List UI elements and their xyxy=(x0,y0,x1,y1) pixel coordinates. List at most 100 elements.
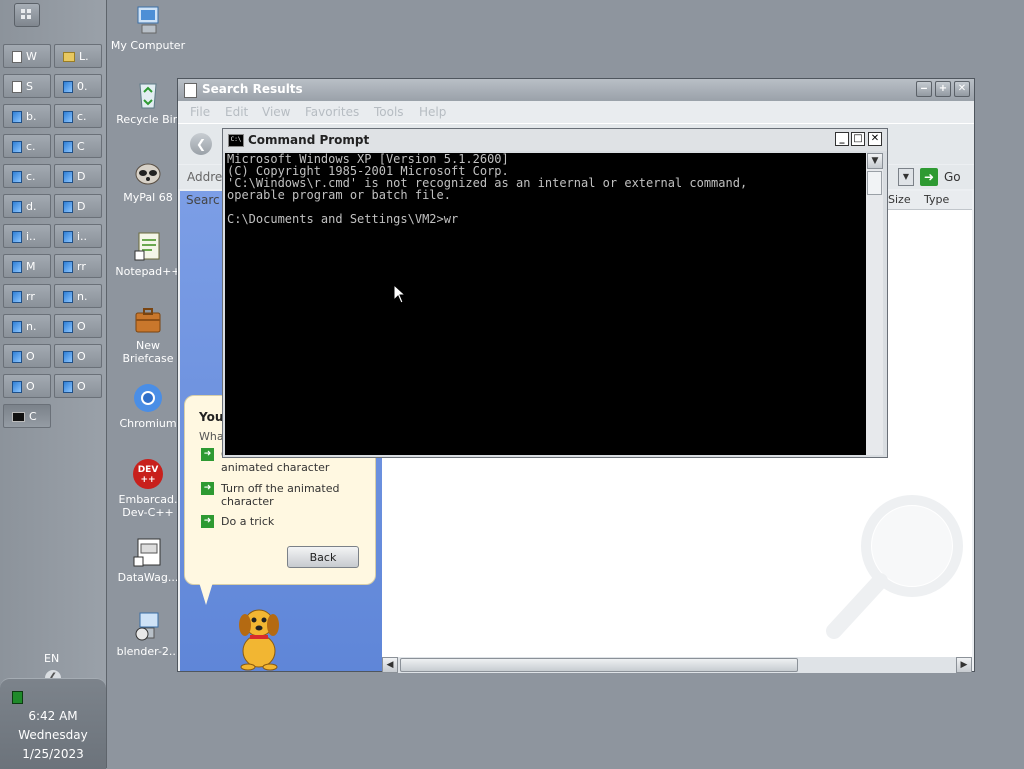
taskbar-button[interactable]: c. xyxy=(3,134,51,158)
taskbar-button[interactable]: D xyxy=(54,164,102,188)
search-results-icon xyxy=(184,83,197,98)
taskbar-button[interactable]: c. xyxy=(3,164,51,188)
taskbar-button[interactable]: O xyxy=(54,344,102,368)
clock-date: 1/25/2023 xyxy=(22,747,84,761)
desktop-icon-chromium[interactable]: Chromium xyxy=(110,382,186,430)
notepad-icon xyxy=(12,51,22,63)
scroll-down-icon[interactable]: ▼ xyxy=(867,153,883,169)
desktop-icon-mypal[interactable]: MyPal 68 xyxy=(110,156,186,204)
horizontal-scrollbar[interactable]: ◀ ▶ xyxy=(382,657,972,673)
taskbar-button-label: b. xyxy=(26,110,37,123)
taskbar-button[interactable]: W xyxy=(3,44,51,68)
search-dog-character-icon[interactable] xyxy=(228,599,290,671)
desktop-icon-briefcase[interactable]: New Briefcase xyxy=(110,304,186,365)
document-icon xyxy=(63,171,73,183)
menu-view[interactable]: View xyxy=(262,105,290,119)
menu-help[interactable]: Help xyxy=(419,105,446,119)
desktop-icon-recycle-bin[interactable]: Recycle Bin xyxy=(110,78,186,126)
taskbar-button[interactable]: L. xyxy=(54,44,102,68)
taskbar-button[interactable]: c. xyxy=(54,104,102,128)
scroll-left-icon[interactable]: ◀ xyxy=(382,657,398,673)
taskbar-button[interactable]: b. xyxy=(3,104,51,128)
taskbar-button-label: D xyxy=(77,170,86,183)
menu-tools[interactable]: Tools xyxy=(374,105,404,119)
document-icon xyxy=(63,141,73,153)
taskbar-button[interactable]: rr xyxy=(3,284,51,308)
scroll-right-icon[interactable]: ▶ xyxy=(956,657,972,673)
taskbar-button[interactable]: C xyxy=(3,404,51,428)
search-pane-label: Searc xyxy=(186,193,220,207)
taskbar-button[interactable]: 0. xyxy=(54,74,102,98)
briefcase-icon xyxy=(132,304,164,336)
close-button[interactable]: ✕ xyxy=(954,81,970,97)
desktop-icon-label: Recycle Bin xyxy=(116,113,180,126)
desktop-icon-blender[interactable]: blender-2... xyxy=(110,610,186,658)
column-type[interactable]: Type xyxy=(924,193,949,206)
menu-edit[interactable]: Edit xyxy=(225,105,248,119)
desktop-icon-notepadpp[interactable]: Notepad++ xyxy=(110,230,186,278)
taskbar-button[interactable]: rr xyxy=(54,254,102,278)
address-dropdown-icon[interactable]: ▼ xyxy=(898,168,914,186)
start-button[interactable] xyxy=(14,3,40,27)
column-size[interactable]: Size xyxy=(888,193,911,206)
cmd-close-button[interactable]: ✕ xyxy=(868,132,882,146)
console-prompt-line: C:\Documents and Settings\VM2>wr xyxy=(227,212,459,226)
taskbar-button-label: 0. xyxy=(77,80,88,93)
taskbar-button[interactable]: i.. xyxy=(54,224,102,248)
option-do-a-trick[interactable]: ➜ Do a trick xyxy=(201,515,353,528)
console-output[interactable]: Microsoft Windows XP [Version 5.1.2600](… xyxy=(225,153,866,455)
document-icon xyxy=(12,261,22,273)
clock-day: Wednesday xyxy=(18,728,88,742)
cmd-vertical-scrollbar[interactable]: ▲ ▼ xyxy=(866,153,883,455)
desktop-icon-devcpp[interactable]: DEV ++ Embarcad. Dev-C++ xyxy=(110,458,186,519)
address-label: Addre xyxy=(187,170,223,184)
menu-file[interactable]: File xyxy=(190,105,210,119)
taskbar-button[interactable]: O xyxy=(54,374,102,398)
minimize-button[interactable]: ‒ xyxy=(916,81,932,97)
cmd-minimize-button[interactable]: _ xyxy=(835,132,849,146)
taskbar-button[interactable]: O xyxy=(3,344,51,368)
blender-icon xyxy=(132,610,164,642)
taskbar-button-label: C xyxy=(29,410,37,423)
taskbar-button-label: W xyxy=(26,50,37,63)
taskbar-button-label: L. xyxy=(79,50,89,63)
horizontal-scroll-thumb[interactable] xyxy=(400,658,798,672)
taskbar-button[interactable]: n. xyxy=(3,314,51,338)
taskbar-button[interactable]: d. xyxy=(3,194,51,218)
cmd-maximize-button[interactable]: □ xyxy=(851,132,865,146)
cmd-title-bar[interactable]: C:\ Command Prompt _ □ ✕ xyxy=(223,129,887,151)
desktop-icon-datawag[interactable]: DataWag... xyxy=(110,536,186,584)
computer-icon xyxy=(132,4,164,36)
taskbar-button-label: rr xyxy=(77,260,86,273)
document-icon xyxy=(63,261,73,273)
taskbar-button[interactable]: O xyxy=(54,314,102,338)
option-turn-off-character[interactable]: ➜ Turn off the animated character xyxy=(201,482,353,508)
go-button[interactable]: ➜ Go xyxy=(920,167,968,187)
devcpp-icon: DEV ++ xyxy=(132,458,164,490)
taskbar-button[interactable]: D xyxy=(54,194,102,218)
clock-panel[interactable]: 6:42 AM Wednesday 1/25/2023 xyxy=(0,678,106,769)
tray-status-icon[interactable] xyxy=(12,691,23,704)
back-arrow-icon[interactable]: ❮ xyxy=(190,133,212,155)
taskbar: W L. S 0. b. c. c. Cc. Dd. Di.. i.. Mrr rr n. n. O O O O O C… xyxy=(0,0,107,769)
desktop-icon-label: MyPal 68 xyxy=(123,191,173,204)
taskbar-button[interactable]: i.. xyxy=(3,224,51,248)
desktop-icon-label: Embarcad. Dev-C++ xyxy=(118,493,178,519)
window-title: Search Results xyxy=(202,82,303,96)
document-icon xyxy=(12,111,22,123)
vertical-scroll-thumb[interactable] xyxy=(867,171,882,195)
desktop-icon-my-computer[interactable]: My Computer xyxy=(110,4,186,52)
console-line: operable program or batch file. xyxy=(227,188,451,202)
language-indicator[interactable]: EN xyxy=(44,652,59,665)
maximize-button[interactable]: + xyxy=(935,81,951,97)
taskbar-button[interactable]: n. xyxy=(54,284,102,308)
taskbar-button[interactable]: S xyxy=(3,74,51,98)
desktop-icon-label: Chromium xyxy=(119,417,177,430)
assistant-back-button[interactable]: Back xyxy=(287,546,359,568)
taskbar-button[interactable]: O xyxy=(3,374,51,398)
taskbar-button[interactable]: C xyxy=(54,134,102,158)
window-title-bar[interactable]: Search Results ‒ + ✕ xyxy=(178,79,974,101)
taskbar-button-label: rr xyxy=(26,290,35,303)
menu-favorites[interactable]: Favorites xyxy=(305,105,359,119)
taskbar-button[interactable]: M xyxy=(3,254,51,278)
